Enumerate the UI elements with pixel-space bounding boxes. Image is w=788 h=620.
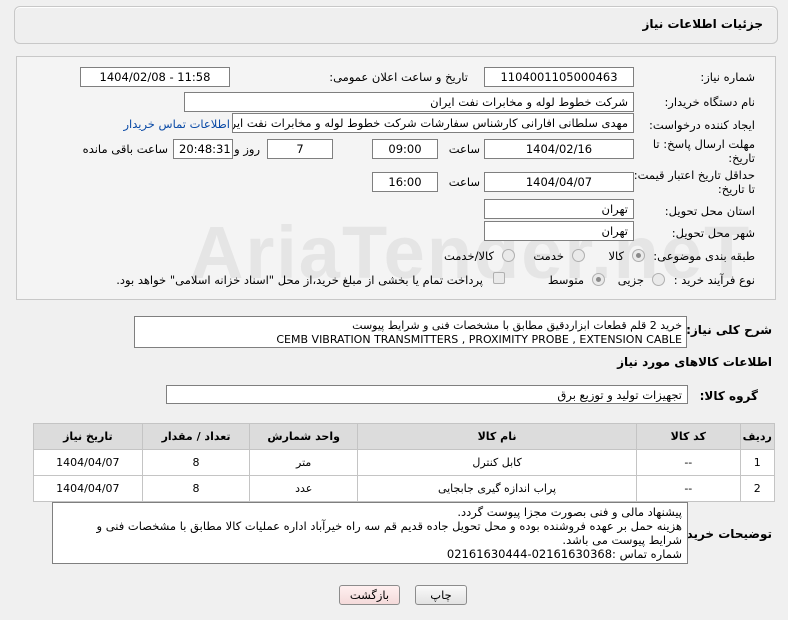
remaining-time-label: ساعت باقی مانده — [82, 142, 168, 156]
buyer-notes-line-4: شماره تماس :02161630368-02161630444 — [446, 547, 682, 561]
row-number: 2 — [739, 475, 776, 502]
col-row: ردیف — [739, 423, 776, 450]
treasury-payment-checkbox[interactable] — [493, 272, 505, 284]
creator-label: ایجاد کننده درخواست: — [649, 118, 755, 132]
days-label: روز و — [234, 142, 260, 156]
buyer-notes-line-3: شرایط پیوست می باشد. — [562, 533, 682, 547]
province-field[interactable]: تهران — [484, 199, 634, 219]
item-date: 1404/04/07 — [33, 475, 143, 502]
creator-field[interactable]: مهدی سلطانی افارانی کارشناس سفارشات شرکت… — [232, 113, 634, 133]
treasury-payment-note: پرداخت تمام یا بخشی از مبلغ خرید،از محل … — [116, 273, 483, 287]
buyer-org-label: نام دستگاه خریدار: — [664, 95, 755, 109]
description-label: شرح کلی نیاز: — [686, 323, 772, 337]
category-label: طبقه بندی موضوعی: — [653, 249, 755, 263]
remaining-time-field[interactable]: 20:48:31 — [173, 139, 233, 159]
back-button[interactable]: بازگشت — [339, 585, 400, 605]
col-date: تاریخ نیاز — [33, 423, 143, 450]
province-label: استان محل تحویل: — [664, 204, 755, 218]
print-button[interactable]: چاپ — [415, 585, 467, 605]
price-validity-label-date: تا تاریخ: — [717, 182, 755, 196]
item-date: 1404/04/07 — [33, 449, 143, 476]
goods-group-label: گروه کالا: — [699, 389, 758, 403]
category-radio-service[interactable] — [572, 249, 585, 262]
item-code: -- — [636, 475, 741, 502]
reply-time-field[interactable]: 09:00 — [372, 139, 438, 159]
reply-deadline-label-date: تاریخ: — [728, 151, 755, 165]
process-type-label: نوع فرآیند خرید : — [673, 273, 755, 287]
buyer-notes-textarea[interactable]: پیشنهاد مالی و فنی بصورت مجزا پیوست گردد… — [52, 502, 688, 564]
reply-time-label: ساعت — [448, 142, 480, 156]
col-quantity: تعداد / مقدار — [141, 423, 251, 450]
table-header-row: ردیف کد کالا نام کالا واحد شمارش تعداد /… — [33, 423, 776, 450]
item-name: پراب اندازه گیری جابجایی — [357, 475, 638, 502]
price-date-field[interactable]: 1404/04/07 — [484, 172, 634, 192]
col-name: نام کالا — [357, 423, 638, 450]
goods-table: ردیف کد کالا نام کالا واحد شمارش تعداد /… — [33, 423, 776, 502]
item-name: کابل کنترل — [357, 449, 638, 476]
item-unit: متر — [249, 449, 359, 476]
process-radio-minor[interactable] — [652, 273, 665, 286]
page-header: جزئیات اطلاعات نیاز — [14, 6, 778, 44]
description-textarea[interactable]: خرید 2 قلم قطعات ابزاردقیق مطابق با مشخص… — [134, 316, 687, 348]
table-row[interactable]: 2 -- پراب اندازه گیری جابجایی عدد 8 1404… — [33, 475, 776, 502]
need-number-field[interactable]: 1104001105000463 — [484, 67, 634, 87]
announce-datetime-label: تاریخ و ساعت اعلان عمومی: — [329, 70, 468, 84]
buyer-notes-line-1: پیشنهاد مالی و فنی بصورت مجزا پیوست گردد… — [457, 505, 682, 519]
buyer-org-field[interactable]: شرکت خطوط لوله و مخابرات نفت ایران — [184, 92, 634, 112]
process-option-medium: متوسط — [547, 273, 584, 287]
goods-group-field[interactable]: تجهیزات تولید و توزیع برق — [166, 385, 688, 404]
city-label: شهر محل تحویل: — [671, 226, 755, 240]
item-unit: عدد — [249, 475, 359, 502]
days-remaining-field[interactable]: 7 — [267, 139, 333, 159]
process-option-minor: جزیی — [617, 273, 644, 287]
page-title: جزئیات اطلاعات نیاز — [642, 17, 763, 31]
description-line-2: CEMB VIBRATION TRANSMITTERS , PROXIMITY … — [276, 333, 682, 346]
reply-deadline-label: مهلت ارسال پاسخ: تا — [652, 137, 755, 151]
buyer-notes-line-2: هزینه حمل بر عهده فروشنده بوده و محل تحو… — [96, 519, 682, 533]
price-time-label: ساعت — [448, 175, 480, 189]
process-radio-medium[interactable] — [592, 273, 605, 286]
city-field[interactable]: تهران — [484, 221, 634, 241]
col-code: کد کالا — [636, 423, 741, 450]
col-unit: واحد شمارش — [249, 423, 359, 450]
description-line-1: خرید 2 قلم قطعات ابزاردقیق مطابق با مشخص… — [352, 319, 682, 332]
price-validity-label: حداقل تاریخ اعتبار قیمت: — [633, 168, 755, 182]
price-time-field[interactable]: 16:00 — [372, 172, 438, 192]
buyer-contact-link[interactable]: اطلاعات تماس خریدار — [123, 117, 230, 131]
item-quantity: 8 — [141, 449, 251, 476]
category-radio-goods[interactable] — [632, 249, 645, 262]
need-number-label: شماره نیاز: — [700, 70, 755, 84]
category-option-goods-service: کالا/خدمت — [443, 249, 494, 263]
goods-info-title: اطلاعات کالاهای مورد نیاز — [617, 355, 772, 369]
item-quantity: 8 — [141, 475, 251, 502]
reply-date-field[interactable]: 1404/02/16 — [484, 139, 634, 159]
announce-datetime-field[interactable]: 1404/02/08 - 11:58 — [80, 67, 230, 87]
category-radio-goods-service[interactable] — [502, 249, 515, 262]
table-row[interactable]: 1 -- کابل کنترل متر 8 1404/04/07 — [33, 449, 776, 476]
category-option-goods: کالا — [608, 249, 624, 263]
row-number: 1 — [739, 449, 776, 476]
item-code: -- — [636, 449, 741, 476]
category-option-service: خدمت — [533, 249, 564, 263]
